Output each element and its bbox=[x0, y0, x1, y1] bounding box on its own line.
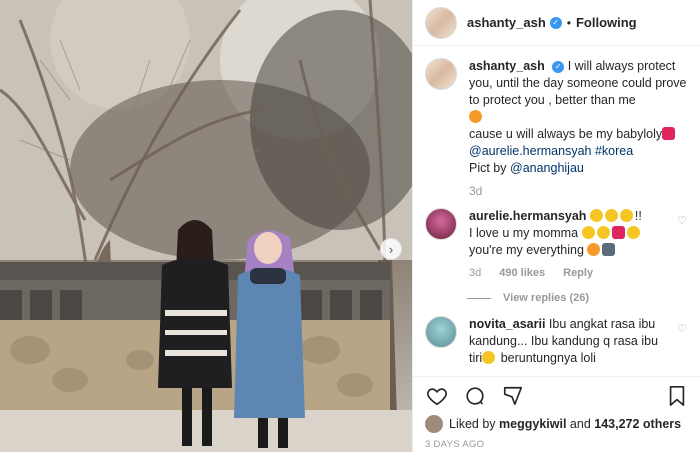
like-button[interactable] bbox=[425, 384, 449, 408]
liker-username[interactable]: meggykiwil bbox=[499, 417, 566, 431]
author-username[interactable]: ashanty_ash bbox=[467, 15, 546, 30]
comment-icon bbox=[466, 387, 484, 405]
post-sidebar: ashanty_ash ✓ • Following ashanty_ash ✓ … bbox=[412, 0, 700, 452]
caption-username[interactable]: ashanty_ash bbox=[469, 59, 545, 73]
comment-item: aurelie.hermansyah !! I love u my momma … bbox=[425, 208, 687, 282]
liked-by-prefix: Liked by bbox=[449, 417, 496, 431]
comment-meta: 3d 490 likes Reply bbox=[469, 265, 671, 282]
likes-count-others[interactable]: 143,272 others bbox=[594, 417, 681, 431]
commenter-avatar[interactable] bbox=[425, 316, 457, 348]
chevron-right-icon: › bbox=[388, 241, 394, 257]
comments-list[interactable]: ashanty_ash ✓ I will always protect you,… bbox=[413, 46, 700, 376]
comment-like-heart-icon[interactable]: ♡ bbox=[677, 322, 687, 367]
praying-hands-emoji-icon bbox=[602, 243, 616, 256]
separator-dot: • bbox=[566, 15, 571, 30]
verified-badge-icon: ✓ bbox=[549, 16, 562, 29]
comment-body: novita_asarii Ibu angkat rasa ibu kandun… bbox=[469, 316, 671, 367]
replies-divider-line bbox=[467, 297, 491, 299]
red-heart-emoji-icon bbox=[662, 127, 676, 140]
comment-text-a: !! bbox=[634, 209, 642, 223]
sad-emoji-icon bbox=[581, 226, 595, 239]
share-button[interactable] bbox=[501, 384, 525, 408]
caption-text-line2: cause u will always be my babyloly bbox=[469, 127, 663, 141]
view-replies-label: View replies (26) bbox=[503, 292, 590, 304]
bookmark-icon bbox=[669, 386, 685, 406]
caption-body: ashanty_ash ✓ I will always protect you,… bbox=[469, 58, 687, 200]
comment-username[interactable]: aurelie.hermansyah bbox=[469, 209, 586, 223]
heart-icon bbox=[427, 388, 447, 406]
caption: ashanty_ash ✓ I will always protect you,… bbox=[425, 58, 687, 200]
comment-body: aurelie.hermansyah !! I love u my momma … bbox=[469, 208, 671, 282]
following-button[interactable]: Following bbox=[576, 15, 637, 30]
reply-button[interactable]: Reply bbox=[563, 265, 593, 282]
author-avatar[interactable] bbox=[425, 6, 457, 39]
caption-avatar[interactable] bbox=[425, 58, 457, 90]
bear-emoji-icon bbox=[626, 226, 640, 239]
caption-mention-ananghijau[interactable]: @ananghijau bbox=[510, 161, 584, 175]
caption-credit-prefix: Pict by bbox=[469, 161, 507, 175]
caption-hashtag-korea[interactable]: #korea bbox=[595, 144, 633, 158]
comment-likes[interactable]: 490 likes bbox=[499, 265, 545, 282]
instagram-post: › ashanty_ash ✓ • Following ashanty_ash … bbox=[0, 0, 700, 452]
comment-username[interactable]: novita_asarii bbox=[469, 317, 545, 331]
post-header: ashanty_ash ✓ • Following bbox=[413, 0, 700, 46]
commenter-avatar[interactable] bbox=[425, 208, 457, 240]
liked-by-conj: and bbox=[569, 417, 591, 431]
pleading-emoji-icon bbox=[596, 226, 610, 239]
comment-text-c: you're my everything bbox=[469, 243, 584, 257]
comment-like-heart-icon[interactable]: ♡ bbox=[677, 214, 687, 282]
verified-badge-icon: ✓ bbox=[552, 60, 565, 73]
comment-time[interactable]: 3d bbox=[469, 265, 481, 282]
crying-emoji-icon bbox=[589, 209, 603, 222]
crying-emoji-icon bbox=[619, 209, 633, 222]
orange-heart-emoji-icon bbox=[587, 243, 601, 256]
liker-avatar[interactable] bbox=[425, 415, 443, 433]
smiling-emoji-icon bbox=[482, 351, 496, 364]
heart-eyes-emoji-icon bbox=[469, 110, 482, 123]
view-replies-button[interactable]: View replies (26) bbox=[467, 292, 687, 304]
caption-mention-aurelie[interactable]: @aurelie.hermansyah bbox=[469, 144, 591, 158]
crying-emoji-icon bbox=[604, 209, 618, 222]
comment-text-tail: beruntungnya loli bbox=[500, 351, 596, 365]
comment-button[interactable] bbox=[463, 384, 487, 408]
caption-time[interactable]: 3d bbox=[469, 183, 687, 200]
share-icon bbox=[503, 386, 523, 406]
action-bar bbox=[425, 377, 689, 415]
post-photo[interactable]: › bbox=[0, 0, 412, 452]
post-actions-area: Liked by meggykiwil and 143,272 others 3… bbox=[413, 376, 700, 452]
save-button[interactable] bbox=[665, 384, 689, 408]
liked-by: Liked by meggykiwil and 143,272 others bbox=[425, 415, 689, 433]
comment-item: novita_asarii Ibu angkat rasa ibu kandun… bbox=[425, 316, 687, 367]
carousel-next-button[interactable]: › bbox=[380, 238, 402, 260]
photo-illustration bbox=[0, 0, 412, 452]
red-heart-emoji-icon bbox=[611, 226, 625, 239]
comment-text-b: I love u my momma bbox=[469, 226, 579, 240]
posted-time[interactable]: 3 DAYS AGO bbox=[425, 439, 689, 450]
